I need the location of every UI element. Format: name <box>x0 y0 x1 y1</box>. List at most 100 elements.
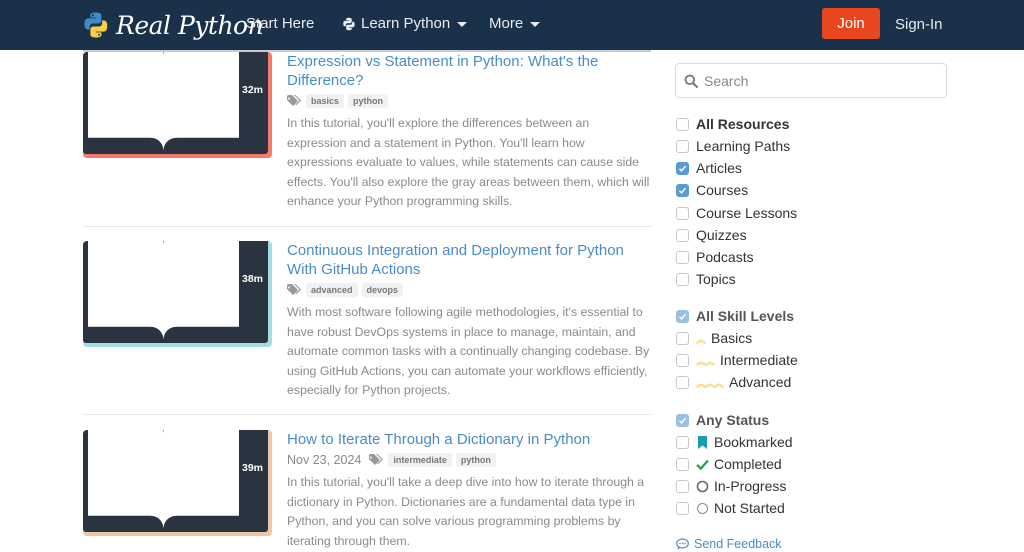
send-feedback-label: Send Feedback <box>694 537 782 551</box>
filter-label: Podcasts <box>696 249 754 265</box>
search-input[interactable] <box>704 72 934 89</box>
filter-advanced[interactable]: ︽︽︽ Advanced <box>676 372 791 392</box>
article-title[interactable]: Continuous Integration and Deployment fo… <box>287 241 647 279</box>
checkbox-checked[interactable] <box>676 413 689 427</box>
article-meta: basics python <box>287 94 392 108</box>
tag[interactable]: python <box>455 453 496 467</box>
checkbox[interactable] <box>676 435 689 449</box>
filter-label: Course Lessons <box>696 205 798 221</box>
tag[interactable]: python <box>348 94 389 108</box>
article-description: With most software following agile metho… <box>287 305 650 397</box>
tag[interactable]: devops <box>361 283 404 297</box>
duration-text: 38m <box>241 273 263 286</box>
skill-chevron-icon: ︽︽︽ <box>696 378 724 390</box>
article-description: In this tutorial, you'll take a deep div… <box>287 475 645 548</box>
send-feedback-link[interactable]: Send Feedback <box>676 537 782 551</box>
filter-label: Quizzes <box>696 227 747 243</box>
article-title[interactable]: How to Iterate Through a Dictionary in P… <box>287 430 647 449</box>
tag[interactable]: intermediate <box>388 453 452 467</box>
checkbox[interactable] <box>676 501 689 515</box>
article-title[interactable]: Expression vs Statement in Python: What'… <box>287 52 647 90</box>
checkbox[interactable] <box>676 331 689 345</box>
filter-label: Learning Paths <box>696 138 791 154</box>
logo[interactable]: Real Python <box>82 8 264 42</box>
filter-label: Any Status <box>696 412 770 428</box>
search-icon <box>684 74 698 88</box>
filter-all-skill-levels[interactable]: All Skill Levels <box>676 306 794 326</box>
checkbox[interactable] <box>676 139 689 153</box>
checkbox[interactable] <box>676 457 689 471</box>
article-meta: advanced devops <box>287 283 407 297</box>
checkbox[interactable] <box>676 117 689 131</box>
check-icon <box>678 313 687 320</box>
bookmark-icon <box>698 435 707 449</box>
filter-label: Articles <box>696 160 742 176</box>
nav-start-here[interactable]: Start Here <box>246 15 314 32</box>
check-icon <box>678 165 687 172</box>
checkbox[interactable] <box>676 353 689 367</box>
filter-label: All Skill Levels <box>696 308 795 324</box>
nav-start-here-label: Start Here <box>246 15 315 32</box>
filter-bookmarked[interactable]: Bookmarked <box>676 432 793 452</box>
checkbox[interactable] <box>676 250 689 264</box>
filter-topics[interactable]: Topics <box>676 269 736 289</box>
duration-badge: 38m <box>83 241 268 343</box>
navbar: Real Python Start Here Learn Python More… <box>0 0 1024 50</box>
book-icon <box>88 52 239 152</box>
filter-label: Courses <box>696 182 749 198</box>
filter-basics[interactable]: ︽ Basics <box>676 328 752 348</box>
python-logo-icon <box>84 12 108 38</box>
tag[interactable]: basics <box>306 94 345 108</box>
circle-outline-icon <box>697 502 708 514</box>
checkbox[interactable] <box>676 375 689 389</box>
filter-any-status[interactable]: Any Status <box>676 410 769 430</box>
filter-not-started[interactable]: Not Started <box>676 498 785 518</box>
filter-courses[interactable]: Courses <box>676 180 748 200</box>
checkbox[interactable] <box>676 479 689 493</box>
article-description: In this tutorial, you'll explore the dif… <box>287 116 650 208</box>
filter-intermediate[interactable]: ︽︽ Intermediate <box>676 350 798 370</box>
sign-in-link[interactable]: Sign-In <box>895 16 943 33</box>
checkbox-checked[interactable] <box>676 309 689 323</box>
checkbox-checked[interactable] <box>676 183 689 197</box>
filter-label: Basics <box>711 330 753 346</box>
checkbox-checked[interactable] <box>676 161 689 175</box>
tag[interactable]: advanced <box>306 283 358 297</box>
book-icon <box>88 430 239 530</box>
filter-articles[interactable]: Articles <box>676 158 742 178</box>
filter-label: Advanced <box>729 374 792 390</box>
filter-course-lessons[interactable]: Course Lessons <box>676 203 797 223</box>
filter-label: In-Progress <box>714 478 787 494</box>
skill-chevron-icon: ︽︽ <box>696 356 715 368</box>
python-icon <box>343 17 355 30</box>
nav-learn-python-label: Learn Python <box>361 15 451 32</box>
search-box[interactable] <box>675 63 947 98</box>
check-icon <box>678 187 687 194</box>
chevron-down-icon <box>530 22 541 27</box>
nav-more[interactable]: More <box>489 15 541 32</box>
divider <box>83 226 651 227</box>
filter-learning-paths[interactable]: Learning Paths <box>676 136 790 156</box>
join-button[interactable]: Join <box>822 8 880 39</box>
checkbox[interactable] <box>676 272 689 286</box>
article-thumbnail[interactable]: 38m <box>83 241 272 347</box>
filter-label: Topics <box>696 271 736 287</box>
divider <box>83 414 651 415</box>
filter-completed[interactable]: Completed <box>676 454 782 474</box>
skill-chevron-icon: ︽ <box>696 334 706 346</box>
filter-quizzes[interactable]: Quizzes <box>676 225 747 245</box>
article-thumbnail[interactable]: 32m <box>83 52 272 158</box>
filter-label: All Resources <box>696 116 790 132</box>
checkbox[interactable] <box>676 206 689 220</box>
tags-icon <box>287 284 301 295</box>
nav-more-label: More <box>489 15 524 32</box>
filter-podcasts[interactable]: Podcasts <box>676 247 754 267</box>
checkbox[interactable] <box>676 228 689 242</box>
check-icon <box>696 459 709 470</box>
nav-learn-python[interactable]: Learn Python <box>342 15 468 32</box>
duration-text: 32m <box>241 84 263 97</box>
book-icon <box>88 241 239 341</box>
article-thumbnail[interactable]: 39m <box>83 430 272 536</box>
filter-in-progress[interactable]: In-Progress <box>676 476 786 496</box>
filter-all-resources[interactable]: All Resources <box>676 114 789 134</box>
